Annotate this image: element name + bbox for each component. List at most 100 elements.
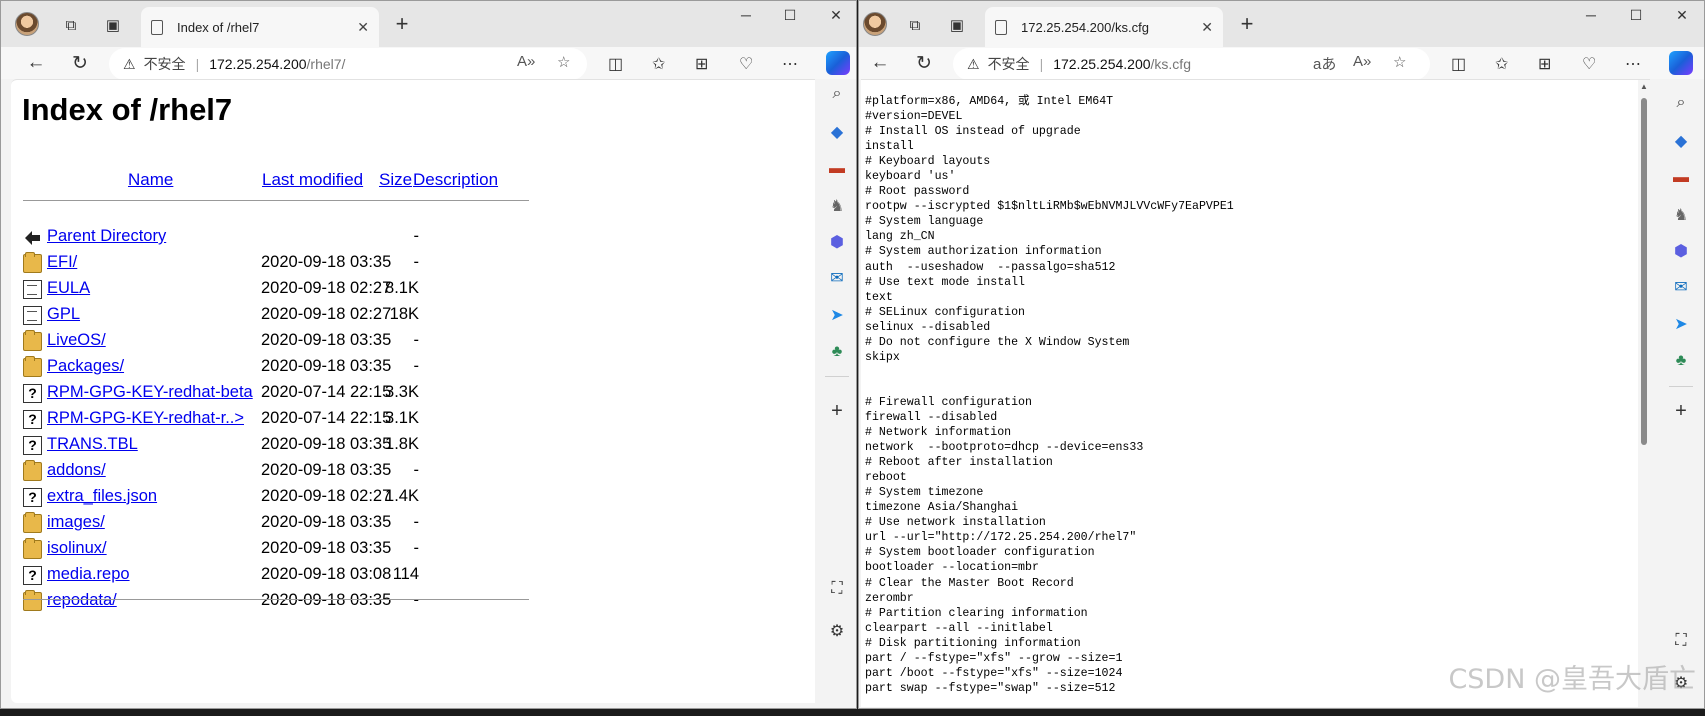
maximize-button[interactable]: ☐ [778, 7, 802, 24]
add-icon[interactable]: + [827, 400, 847, 422]
close-window-button[interactable]: ✕ [1670, 7, 1694, 24]
copilot-icon[interactable] [1669, 51, 1693, 75]
close-tab-icon[interactable]: ✕ [357, 19, 369, 36]
maximize-button[interactable]: ☐ [1624, 7, 1648, 24]
file-link[interactable]: Packages/ [47, 357, 124, 376]
back-arrow-icon[interactable]: ← [23, 50, 49, 76]
title-bar: ⧉ ▣ Index of /rhel7 ✕ + ─ ☐ ✕ [1, 1, 856, 47]
split-screen-icon[interactable]: ◫ [1451, 54, 1466, 74]
folder-icon [23, 252, 42, 273]
size-cell: - [413, 253, 420, 271]
favorites-icon[interactable]: ✩ [652, 54, 665, 74]
vertical-scrollbar[interactable]: ▲ [1638, 80, 1650, 707]
tab-index-rhel7[interactable]: Index of /rhel7 ✕ [141, 7, 379, 47]
file-link[interactable]: TRANS.TBL [47, 435, 138, 454]
profile-avatar[interactable] [863, 12, 887, 36]
column-size[interactable]: Size [379, 170, 412, 190]
insecure-label: 不安全 [987, 56, 1030, 72]
split-screen-icon[interactable]: ◫ [608, 54, 623, 74]
tools-icon[interactable]: ▬ [827, 159, 847, 179]
column-last-modified[interactable]: Last modified [262, 170, 363, 190]
workspaces-icon[interactable]: ⧉ [57, 11, 85, 39]
tree-icon[interactable]: ♣ [1671, 351, 1691, 371]
file-link[interactable]: RPM-GPG-KEY-redhat-beta [47, 383, 253, 402]
toolbar: ← ↻ ⚠ 不安全 | 172.25.254.200/ks.cfg aあ A» … [859, 47, 1704, 80]
search-icon[interactable]: ⌕ [827, 84, 847, 104]
minimize-button[interactable]: ─ [734, 7, 758, 23]
size-cell: - [413, 357, 420, 375]
more-menu-icon[interactable]: ⋯ [1625, 54, 1641, 74]
file-link[interactable]: LiveOS/ [47, 331, 106, 350]
translate-icon[interactable]: aあ [1313, 53, 1336, 74]
microsoft365-icon[interactable]: ⬢ [1671, 241, 1691, 261]
last-modified-cell: 2020-09-18 03:08 [261, 565, 392, 583]
minimize-button[interactable]: ─ [1579, 7, 1603, 23]
tree-icon[interactable]: ♣ [827, 342, 847, 362]
close-tab-icon[interactable]: ✕ [1201, 19, 1213, 36]
games-icon[interactable]: ♞ [1671, 205, 1691, 225]
shopping-tag-icon[interactable]: ◆ [1671, 131, 1691, 151]
file-link[interactable]: GPL [47, 305, 80, 324]
shopping-tag-icon[interactable]: ◆ [827, 122, 847, 142]
more-menu-icon[interactable]: ⋯ [782, 54, 798, 74]
copilot-icon[interactable] [826, 51, 850, 75]
outlook-icon[interactable]: ✉ [1671, 277, 1691, 297]
outlook-icon[interactable]: ✉ [827, 268, 847, 288]
file-link[interactable]: Parent Directory [47, 227, 166, 246]
screenshot-icon[interactable]: ⛶ [1671, 631, 1691, 651]
scroll-up-arrow-icon[interactable]: ▲ [1640, 82, 1648, 91]
browser-essentials-icon[interactable]: ♡ [739, 54, 753, 74]
screenshot-icon[interactable]: ⛶ [827, 579, 847, 599]
workspaces-icon[interactable]: ⧉ [901, 11, 929, 39]
folder-icon [23, 590, 42, 611]
telegram-icon[interactable]: ➤ [1671, 314, 1691, 334]
page-heading: Index of /rhel7 [22, 92, 233, 127]
favorite-star-icon[interactable]: ☆ [557, 53, 570, 71]
file-link[interactable]: RPM-GPG-KEY-redhat-r..> [47, 409, 244, 428]
tools-icon[interactable]: ▬ [1671, 168, 1691, 188]
file-link[interactable]: addons/ [47, 461, 106, 480]
file-link[interactable]: media.repo [47, 565, 130, 584]
file-link[interactable]: extra_files.json [47, 487, 157, 506]
collections-icon[interactable]: ⊞ [695, 54, 708, 74]
search-icon[interactable]: ⌕ [1671, 93, 1691, 113]
column-name[interactable]: Name [128, 170, 173, 190]
collections-icon[interactable]: ⊞ [1538, 54, 1551, 74]
profile-avatar[interactable] [15, 12, 39, 36]
file-link[interactable]: isolinux/ [47, 539, 107, 558]
unknown-file-icon: ? [23, 410, 42, 429]
new-tab-button[interactable]: + [1234, 12, 1260, 36]
address-bar[interactable]: ⚠ 不安全 | 172.25.254.200/ks.cfg aあ A» ☆ [953, 48, 1430, 80]
read-aloud-icon[interactable]: A» [1353, 53, 1371, 70]
new-tab-button[interactable]: + [389, 12, 415, 36]
listing-row: LiveOS/2020-09-18 03:35 - [23, 330, 543, 354]
address-bar[interactable]: ⚠ 不安全 | 172.25.254.200/rhel7/ A» ☆ [109, 48, 587, 80]
tab-actions-icon[interactable]: ▣ [943, 11, 971, 39]
read-aloud-icon[interactable]: A» [517, 53, 535, 70]
tab-actions-icon[interactable]: ▣ [99, 11, 127, 39]
last-modified-cell: 2020-09-18 03:35 [261, 331, 392, 349]
telegram-icon[interactable]: ➤ [827, 305, 847, 325]
file-link[interactable]: EULA [47, 279, 90, 298]
file-link[interactable]: repodata/ [47, 591, 117, 610]
settings-gear-icon[interactable]: ⚙ [827, 621, 847, 641]
file-link[interactable]: images/ [47, 513, 105, 532]
browser-window-left: ⧉ ▣ Index of /rhel7 ✕ + ─ ☐ ✕ ← ↻ ⚠ 不安全 … [0, 0, 857, 709]
favorites-icon[interactable]: ✩ [1495, 54, 1508, 74]
games-icon[interactable]: ♞ [827, 196, 847, 216]
back-arrow-icon[interactable]: ← [867, 50, 893, 76]
tab-ks-cfg[interactable]: 172.25.254.200/ks.cfg ✕ [985, 7, 1223, 47]
folder-icon [23, 460, 42, 481]
column-description[interactable]: Description [413, 170, 498, 190]
add-icon[interactable]: + [1671, 400, 1691, 422]
browser-essentials-icon[interactable]: ♡ [1582, 54, 1596, 74]
microsoft365-icon[interactable]: ⬢ [827, 232, 847, 252]
favorite-star-icon[interactable]: ☆ [1393, 53, 1406, 71]
refresh-icon[interactable]: ↻ [67, 50, 93, 76]
listing-row: repodata/2020-09-18 03:35 - [23, 590, 543, 614]
listing-row: Packages/2020-09-18 03:35 - [23, 356, 543, 380]
close-window-button[interactable]: ✕ [824, 7, 848, 24]
refresh-icon[interactable]: ↻ [911, 50, 937, 76]
file-link[interactable]: EFI/ [47, 253, 77, 272]
scrollbar-thumb[interactable] [1641, 98, 1647, 445]
